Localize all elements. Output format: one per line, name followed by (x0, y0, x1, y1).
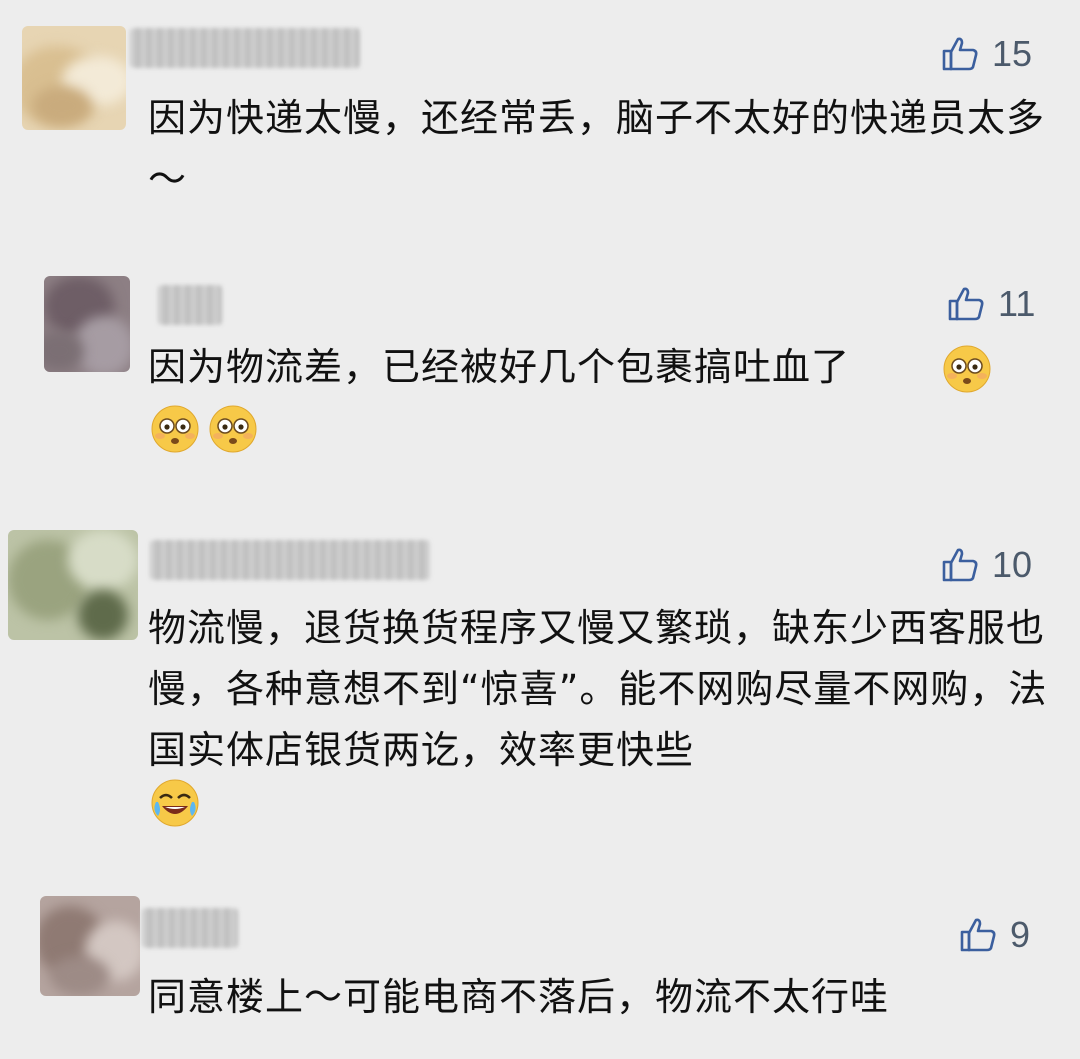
thumbs-up-icon (960, 918, 996, 952)
like-count: 10 (992, 544, 1033, 585)
thumbs-up-icon (942, 37, 978, 71)
avatar[interactable] (8, 530, 138, 640)
flushed-face-emoji (209, 405, 257, 453)
comment-text: 同意楼上～可能电商不落后，物流不太行哇 (148, 975, 890, 1019)
username-redacted[interactable] (142, 908, 238, 948)
comment-text: 因为物流差，已经被好几个包裹搞吐血了 (148, 345, 851, 389)
username-redacted[interactable] (150, 540, 430, 580)
emoji-row (150, 778, 208, 828)
avatar[interactable] (40, 896, 140, 996)
like-count: 9 (1010, 914, 1031, 955)
username-redacted[interactable] (158, 285, 222, 325)
username-redacted[interactable] (130, 28, 360, 68)
flushed-face-emoji (151, 405, 199, 453)
like-button[interactable]: 15 (940, 32, 1032, 76)
comment-text: 因为快递太慢，还经常丢，脑子不太好的快递员太多～ (148, 96, 1046, 201)
comment-text: 物流慢，退货换货程序又慢又繁琐，缺东少西客服也慢，各种意想不到“惊喜”。能不网购… (148, 606, 1048, 772)
like-button[interactable]: 11 (946, 282, 1035, 326)
like-button[interactable]: 9 (958, 913, 1030, 957)
like-count: 15 (992, 33, 1033, 74)
rolling-on-floor-laughing-emoji (151, 779, 199, 827)
like-button[interactable]: 10 (940, 543, 1032, 587)
flushed-face-emoji (943, 345, 991, 393)
avatar[interactable] (44, 276, 130, 372)
like-count: 11 (998, 283, 1036, 324)
emoji-row (150, 404, 266, 454)
watermark (465, 508, 473, 529)
thumbs-up-icon (942, 548, 978, 582)
avatar[interactable] (22, 26, 126, 130)
thumbs-up-icon (948, 287, 984, 321)
